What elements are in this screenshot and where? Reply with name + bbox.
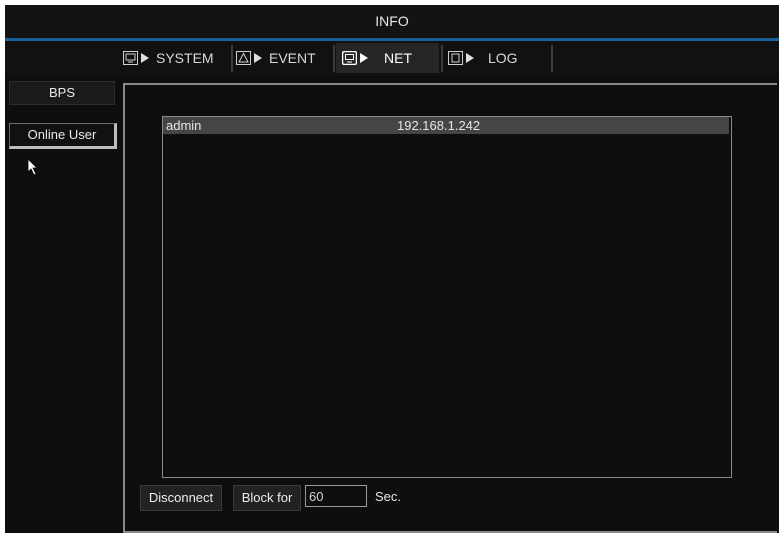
disconnect-button[interactable]: Disconnect <box>140 485 222 511</box>
tab-log-label: LOG <box>488 50 518 66</box>
tab-arrow-icon <box>466 53 474 63</box>
table-row[interactable]: admin 192.168.1.242 <box>163 117 729 134</box>
tab-divider <box>231 45 233 72</box>
info-screen: INFO SYSTEM EVENT NET LOG BPS Online Use… <box>5 5 779 533</box>
tab-arrow-icon <box>360 53 368 63</box>
tab-system[interactable]: SYSTEM <box>123 43 214 73</box>
tab-system-label: SYSTEM <box>156 50 214 66</box>
mouse-cursor-icon <box>27 158 38 176</box>
block-duration-input[interactable] <box>305 485 367 507</box>
tab-event[interactable]: EVENT <box>236 43 316 73</box>
warning-icon <box>236 51 251 65</box>
tab-arrow-icon <box>141 53 149 63</box>
tab-arrow-icon <box>254 53 262 63</box>
sidebar-item-online-user[interactable]: Online User <box>9 123 117 149</box>
tab-log[interactable]: LOG <box>448 43 518 73</box>
tab-bar: SYSTEM EVENT NET LOG <box>5 41 779 75</box>
network-icon <box>342 51 357 65</box>
tab-divider <box>333 45 335 72</box>
monitor-icon <box>123 51 138 65</box>
tab-divider <box>551 45 553 72</box>
tab-net-label: NET <box>384 50 412 66</box>
tab-net[interactable]: NET <box>336 43 439 73</box>
log-icon <box>448 51 463 65</box>
user-ip-cell: 192.168.1.242 <box>397 118 481 133</box>
window-title: INFO <box>5 5 779 38</box>
seconds-label: Sec. <box>375 489 402 504</box>
sidebar: BPS Online User <box>5 75 119 533</box>
user-name-cell: admin <box>166 118 202 133</box>
sidebar-item-bps[interactable]: BPS <box>9 81 115 105</box>
tab-event-label: EVENT <box>269 50 316 66</box>
tab-divider <box>441 45 443 72</box>
online-user-list[interactable]: admin 192.168.1.242 <box>162 116 732 478</box>
block-for-button[interactable]: Block for <box>233 485 301 511</box>
